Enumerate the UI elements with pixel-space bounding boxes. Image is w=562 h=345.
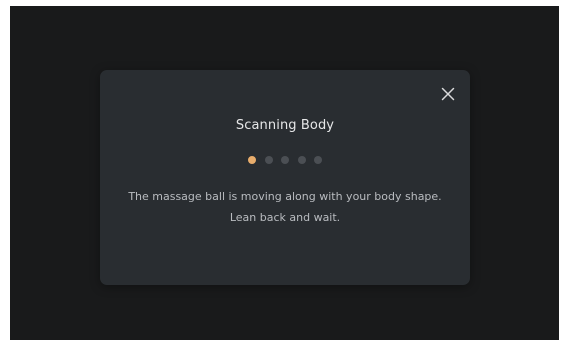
progress-dot-4 — [297, 156, 306, 164]
scanning-dialog: Scanning Body The massage ball is moving… — [100, 70, 470, 285]
progress-dot-1 — [248, 156, 256, 164]
close-icon — [441, 87, 455, 101]
close-button[interactable] — [438, 84, 458, 104]
message-line-1: The massage ball is moving along with yo… — [128, 190, 442, 203]
dialog-title: Scanning Body — [235, 118, 335, 133]
app-screen: Scanning Body The massage ball is moving… — [10, 6, 559, 340]
progress-dot-5 — [314, 156, 322, 164]
progress-dot-3 — [281, 156, 289, 164]
message-line-2: Lean back and wait. — [229, 211, 341, 224]
dialog-message: The massage ball is moving along with yo… — [110, 186, 460, 228]
progress-indicator — [100, 156, 470, 164]
progress-dot-2 — [264, 156, 273, 164]
